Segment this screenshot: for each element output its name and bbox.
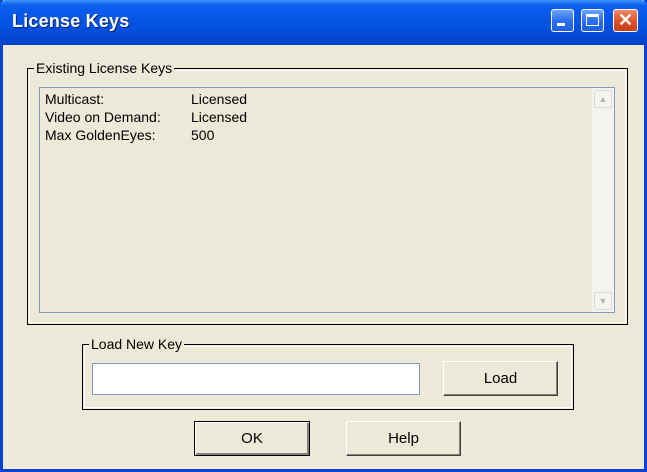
license-key-name: Video on Demand: [45, 109, 161, 125]
load-button[interactable]: Load [443, 361, 558, 396]
close-button[interactable]: ✕ [613, 9, 638, 32]
load-new-key-label: Load New Key [89, 336, 185, 352]
scroll-up-arrow-icon: ▲ [598, 94, 608, 104]
window-title: License Keys [12, 11, 130, 31]
license-key-name: Max GoldenEyes: [45, 127, 156, 143]
maximize-button[interactable] [581, 9, 604, 32]
help-button[interactable]: Help [346, 421, 461, 456]
license-key-value: Licensed [191, 91, 248, 107]
license-keys-list[interactable]: Multicast: Licensed Video on Demand: Lic… [39, 87, 615, 313]
title-bar[interactable]: License Keys ✕ [0, 0, 647, 45]
minimize-button[interactable] [551, 9, 574, 32]
license-key-value: Licensed [191, 109, 248, 125]
license-key-value: 500 [191, 127, 215, 143]
close-icon: ✕ [617, 10, 634, 30]
new-key-input[interactable] [92, 363, 420, 395]
vertical-scrollbar[interactable]: ▲ ▼ [592, 88, 614, 312]
license-key-name: Multicast: [45, 91, 105, 107]
scroll-up-button[interactable]: ▲ [594, 90, 612, 108]
existing-license-keys-label: Existing License Keys [34, 60, 175, 76]
ok-button[interactable]: OK [194, 421, 310, 456]
minimize-icon [557, 23, 565, 26]
scroll-down-arrow-icon: ▼ [598, 296, 608, 306]
scroll-down-button[interactable]: ▼ [594, 292, 612, 310]
maximize-icon [586, 14, 599, 26]
